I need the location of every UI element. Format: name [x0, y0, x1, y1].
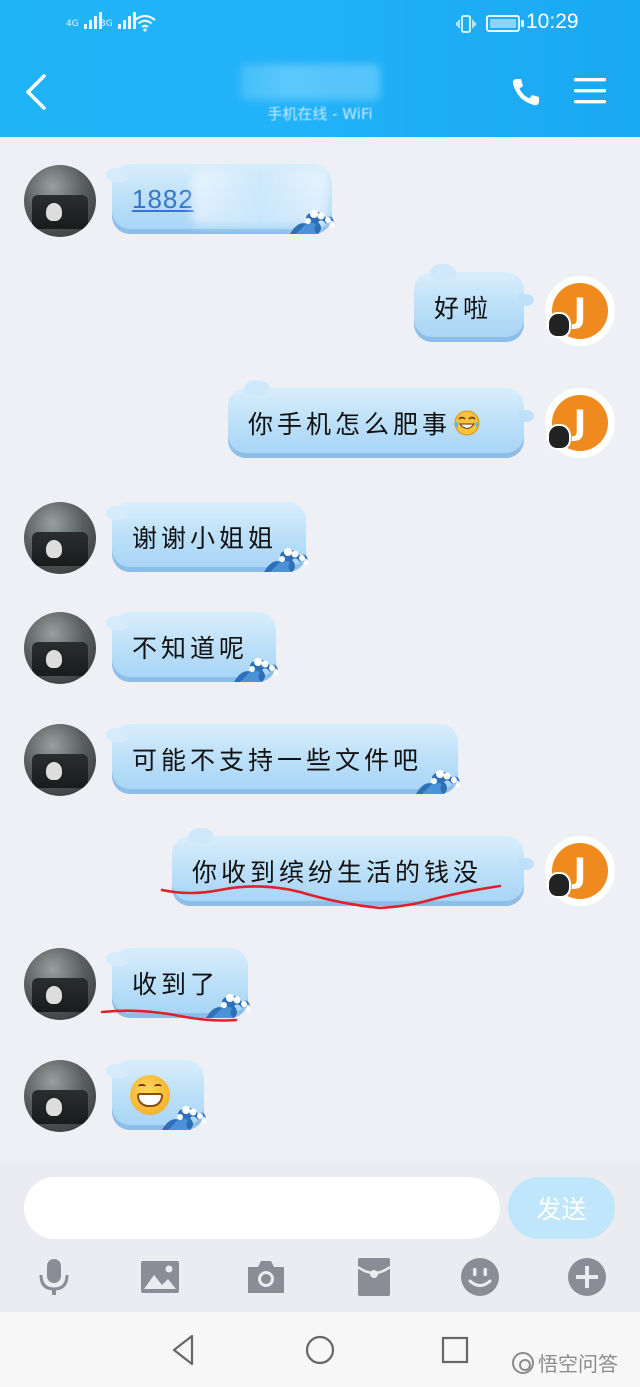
contact-avatar[interactable] — [24, 165, 96, 237]
contact-avatar[interactable] — [24, 502, 96, 574]
message-bubble[interactable]: 不知道呢 — [106, 612, 279, 682]
message-bubble[interactable]: 好啦 — [414, 264, 534, 342]
vibrate-icon — [456, 15, 476, 33]
red-underline-annotation — [100, 1009, 238, 1022]
message-text: 不知道呢 — [132, 634, 249, 663]
cat-icon — [547, 872, 571, 898]
wave-decoration-icon — [264, 548, 309, 572]
sim1-signal-icon: 4G — [66, 12, 102, 29]
battery-icon — [486, 15, 524, 32]
status-bar: 4G 3G 10:29 — [0, 0, 640, 48]
sim2-signal-icon: 3G — [100, 12, 136, 29]
phone-call-icon[interactable] — [510, 76, 542, 108]
message-text: 谢谢小姐姐 — [132, 524, 278, 553]
message-bubble[interactable]: 1882 — [106, 164, 335, 234]
contact-avatar[interactable] — [24, 724, 96, 796]
cat-icon — [547, 424, 571, 450]
watermark-text: 悟空问答 — [538, 1352, 618, 1376]
message-input[interactable] — [24, 1177, 500, 1239]
nav-recents-icon[interactable] — [437, 1332, 473, 1368]
message-bubble[interactable]: 你手机怎么肥事 — [228, 380, 534, 458]
phone-number-link[interactable]: 1882 — [132, 184, 194, 215]
message-bubble[interactable]: 可能不支持一些文件吧 — [106, 724, 461, 794]
nav-home-icon[interactable] — [302, 1332, 338, 1368]
message-text: 好啦 — [434, 294, 493, 323]
sim1-label: 4G — [66, 19, 79, 29]
red-packet-icon[interactable] — [354, 1257, 394, 1297]
message-bubble[interactable]: 谢谢小姐姐 — [106, 502, 309, 572]
image-icon[interactable] — [140, 1257, 180, 1297]
laughing-tears-emoji-icon — [454, 410, 480, 436]
message-bubble[interactable] — [106, 1060, 207, 1130]
message-text: 可能不支持一些文件吧 — [132, 746, 423, 775]
send-button[interactable]: 发送 — [508, 1177, 615, 1239]
watermark: 悟空问答 — [512, 1348, 618, 1377]
wave-decoration-icon — [416, 770, 461, 794]
clock: 10:29 — [526, 10, 579, 33]
wave-decoration-icon — [290, 210, 335, 234]
red-underline-annotation — [160, 884, 502, 910]
menu-icon[interactable] — [574, 77, 606, 105]
input-bar: 发送 — [0, 1162, 640, 1312]
plus-icon[interactable] — [567, 1257, 607, 1297]
contact-avatar[interactable] — [24, 948, 96, 1020]
cat-icon — [547, 312, 571, 338]
message-text: 你手机怎么肥事 — [248, 410, 452, 439]
wave-decoration-icon — [162, 1106, 207, 1130]
my-avatar[interactable]: J — [545, 276, 615, 346]
top-bar: 4G 3G 10:29 手机在线 - WiFi — [0, 0, 640, 137]
contact-avatar[interactable] — [24, 1060, 96, 1132]
nav-back-icon[interactable] — [166, 1332, 202, 1368]
microphone-icon[interactable] — [34, 1257, 74, 1297]
my-avatar[interactable]: J — [545, 836, 615, 906]
contact-avatar[interactable] — [24, 612, 96, 684]
wave-decoration-icon — [234, 658, 279, 682]
online-status: 手机在线 - WiFi — [267, 105, 373, 123]
back-arrow-icon[interactable] — [22, 72, 50, 112]
my-avatar[interactable]: J — [545, 388, 615, 458]
camera-icon[interactable] — [246, 1257, 286, 1297]
watermark-logo-icon — [512, 1351, 534, 1374]
sim2-label: 3G — [100, 19, 113, 29]
wifi-icon — [134, 14, 156, 32]
emoji-icon[interactable] — [460, 1257, 500, 1297]
contact-name-redacted — [240, 64, 380, 100]
